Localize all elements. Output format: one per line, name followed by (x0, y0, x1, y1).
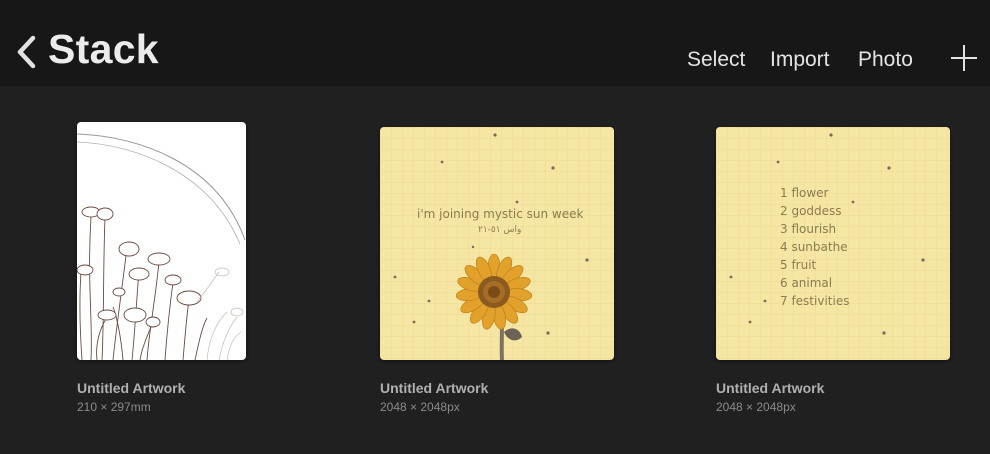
artwork-thumbnail[interactable]: i'm joining mystic sun week واس ٥١-٢١ (380, 127, 614, 360)
artwork-size: 2048 × 2048px (380, 400, 460, 414)
artwork-size: 2048 × 2048px (716, 400, 796, 414)
list-item: 5 fruit (780, 258, 817, 272)
artwork-thumbnail[interactable] (77, 122, 246, 360)
artwork-thumbnail[interactable]: 1 flower 2 goddess 3 flourish 4 sunbathe… (716, 127, 950, 360)
list-item: 3 flourish (780, 222, 837, 236)
list-item: 1 flower (780, 186, 829, 200)
list-item: 6 animal (780, 276, 833, 290)
plus-icon (951, 45, 977, 71)
add-button[interactable] (950, 44, 978, 72)
sunflower-image (380, 127, 614, 360)
artwork-subcaption: واس ٥١-٢١ (478, 225, 522, 235)
select-button[interactable]: Select (687, 48, 745, 72)
top-bar: Stack Select Import Photo (0, 0, 990, 86)
back-button[interactable] (14, 34, 40, 70)
artwork-title: Untitled Artwork (77, 380, 186, 396)
list-item: 4 sunbathe (780, 240, 848, 254)
import-button[interactable]: Import (770, 48, 830, 72)
artwork-caption: i'm joining mystic sun week (417, 207, 584, 221)
page-title: Stack (48, 26, 159, 72)
chevron-left-icon (17, 35, 36, 69)
list-item: 2 goddess (780, 204, 842, 218)
artwork-title: Untitled Artwork (716, 380, 825, 396)
photo-button[interactable]: Photo (858, 48, 913, 72)
artwork-size: 210 × 297mm (77, 400, 151, 414)
flower-sketch-image (77, 133, 246, 360)
artwork-title: Untitled Artwork (380, 380, 489, 396)
list-item: 7 festivities (780, 294, 850, 308)
